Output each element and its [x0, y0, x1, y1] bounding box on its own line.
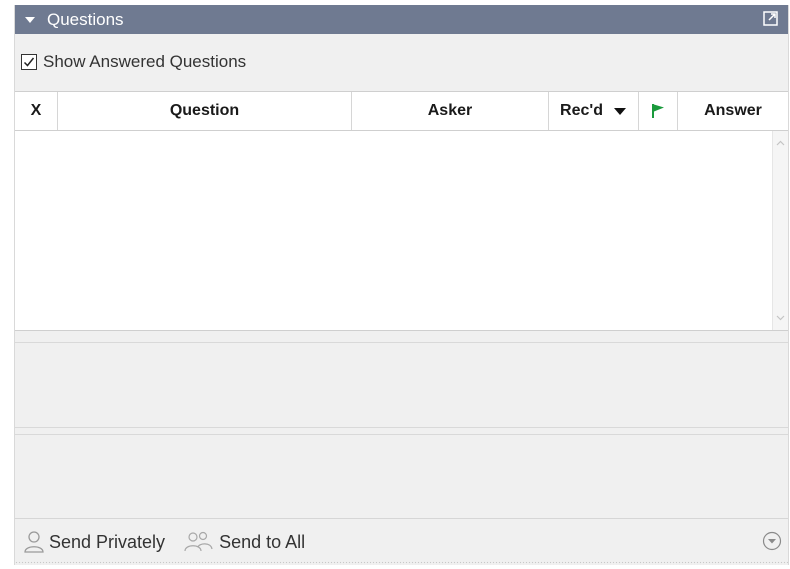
send-privately-label: Send Privately	[49, 531, 166, 552]
show-answered-label: Show Answered Questions	[43, 52, 247, 71]
show-answered-option[interactable]: Show Answered Questions	[21, 52, 246, 72]
group-icon	[184, 531, 213, 552]
more-options-icon[interactable]	[762, 531, 782, 551]
panel-footer: Send Privately Send to All	[15, 518, 788, 565]
resize-grip[interactable]	[15, 561, 788, 565]
column-header-flag[interactable]	[639, 92, 678, 130]
column-header-answer[interactable]: Answer	[678, 92, 788, 130]
panel-titlebar[interactable]: Questions	[15, 5, 788, 34]
vertical-scrollbar[interactable]	[772, 131, 788, 330]
column-header-x[interactable]: X	[15, 92, 58, 130]
questions-grid-header: X Question Asker Rec'd Answer	[15, 91, 788, 131]
popout-icon[interactable]	[763, 11, 778, 26]
flag-icon	[652, 104, 664, 118]
section-divider	[15, 434, 788, 435]
send-to-all-button[interactable]: Send to All	[183, 530, 305, 554]
panel-title: Questions	[47, 9, 124, 29]
show-answered-checkbox[interactable]	[21, 54, 37, 70]
collapse-triangle-icon[interactable]	[25, 16, 35, 23]
column-header-asker[interactable]: Asker	[352, 92, 549, 130]
checkmark-icon	[23, 57, 35, 67]
scroll-down-icon[interactable]	[776, 313, 785, 322]
sort-desc-icon	[613, 108, 626, 115]
column-header-recd[interactable]: Rec'd	[549, 92, 639, 130]
person-icon	[24, 531, 44, 553]
section-divider	[15, 342, 788, 343]
questions-grid-body[interactable]	[15, 131, 788, 331]
column-header-question[interactable]: Question	[58, 92, 352, 130]
scroll-up-icon[interactable]	[776, 139, 785, 148]
questions-panel: Questions Show Answered Questions X Ques…	[14, 5, 789, 565]
section-divider	[15, 427, 788, 428]
send-to-all-label: Send to All	[219, 531, 306, 552]
send-privately-button[interactable]: Send Privately	[23, 530, 165, 554]
